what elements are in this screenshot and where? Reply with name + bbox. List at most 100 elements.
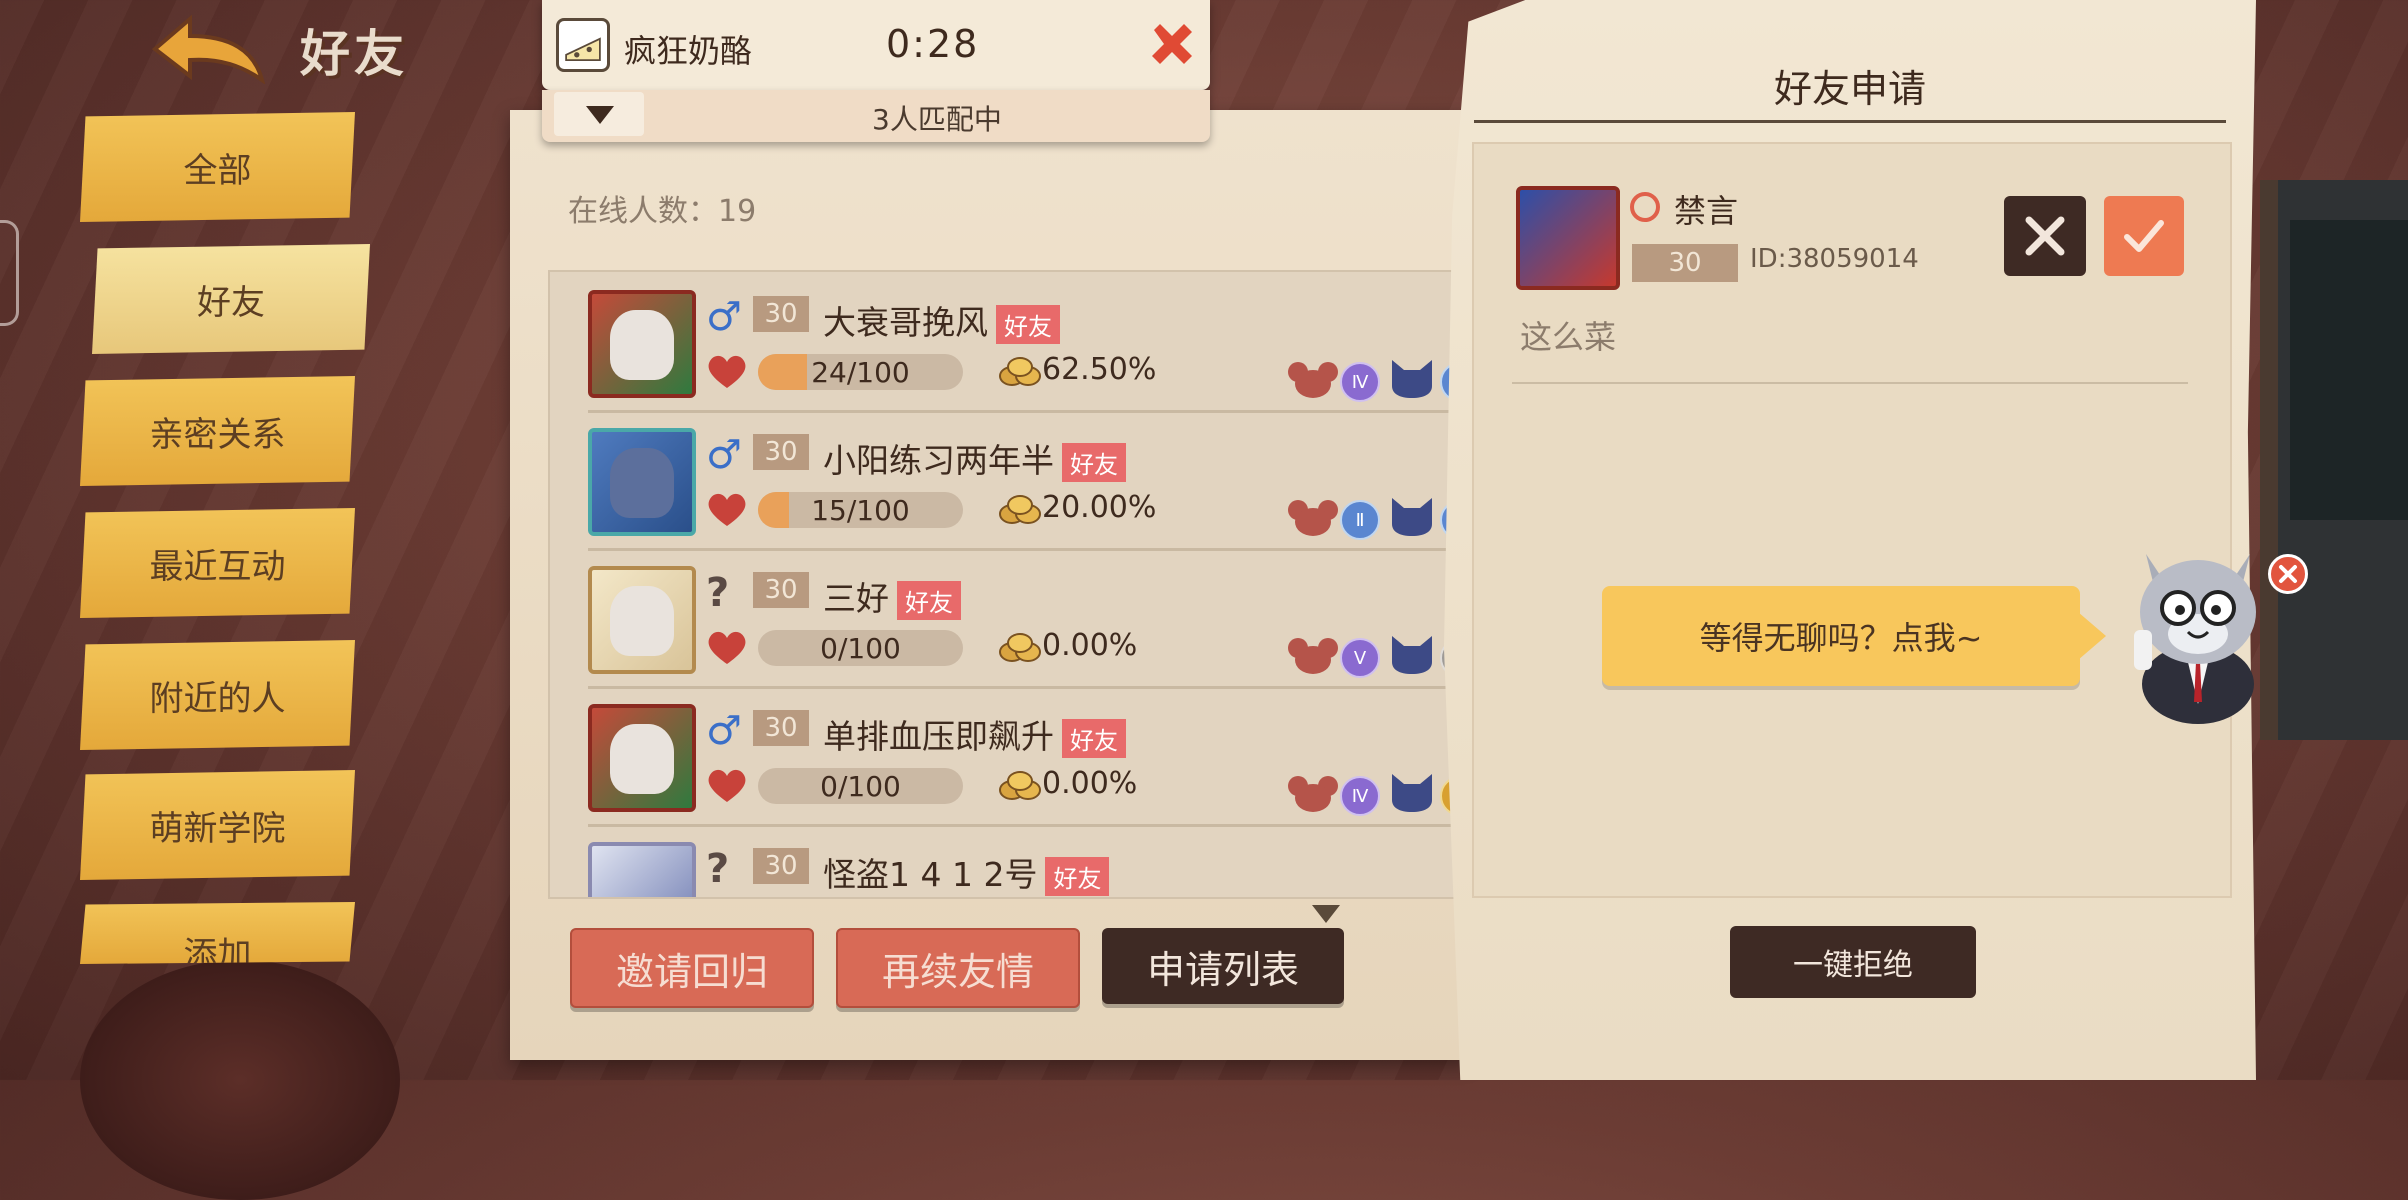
nav-label: 添加: [183, 935, 252, 964]
requester-name: 禁言: [1674, 192, 1739, 230]
friend-tag: 好友: [1045, 857, 1110, 896]
cat-rank-icon: [1392, 636, 1432, 674]
request-message: 这么菜: [1520, 318, 1617, 356]
friend-name: 大衰哥挽风: [823, 303, 988, 342]
cat-rank-icon: [1392, 774, 1432, 812]
reject-request-button[interactable]: [2004, 196, 2086, 276]
nav-academy[interactable]: 萌新学院: [80, 770, 355, 880]
panel-title: 好友申请: [1774, 67, 1927, 111]
match-status-bar: 3人匹配中: [542, 90, 1210, 142]
side-drawer-handle[interactable]: [0, 220, 19, 326]
back-button[interactable]: [150, 14, 270, 85]
intimacy-bar: 0/100: [758, 768, 963, 804]
friend-avatar[interactable]: [588, 704, 696, 812]
request-list-button[interactable]: 申请列表: [1102, 928, 1344, 1004]
friend-avatar[interactable]: [588, 428, 696, 536]
background-window: [2290, 220, 2408, 520]
close-icon: [2025, 216, 2065, 256]
nav-label: 亲密关系: [149, 414, 286, 455]
heart-icon: [708, 493, 746, 526]
nav-intimate[interactable]: 亲密关系: [80, 376, 355, 486]
close-assistant-button[interactable]: [2268, 554, 2308, 594]
requester-avatar[interactable]: [1516, 186, 1620, 290]
level-badge: 30: [753, 434, 809, 470]
renew-friendship-button[interactable]: 再续友情: [836, 928, 1080, 1008]
nav-label: 最近互动: [149, 546, 286, 587]
nav-add[interactable]: 添加: [80, 902, 355, 964]
friend-tag: 好友: [1062, 719, 1126, 758]
nav-label: 好友: [197, 282, 265, 323]
mouse-rank-icon: [1288, 776, 1338, 812]
friend-avatar[interactable]: [588, 842, 696, 897]
win-rate: 62.50%: [1042, 352, 1157, 387]
match-timer: 0:28: [886, 22, 980, 66]
accept-request-button[interactable]: [2104, 196, 2184, 276]
nav-nearby[interactable]: 附近的人: [80, 640, 355, 750]
title-divider: [1474, 120, 2226, 123]
heart-icon: [708, 631, 746, 664]
request-divider: [1512, 382, 2188, 384]
invite-back-button[interactable]: 邀请回归: [570, 928, 814, 1008]
win-rate: 20.00%: [1042, 490, 1157, 525]
friend-avatar[interactable]: [588, 566, 696, 674]
intimacy-text: 15/100: [811, 493, 910, 527]
friend-name-wrap: 怪盗1 4 1 2号 好友: [823, 848, 1110, 896]
level-badge: 30: [753, 710, 809, 746]
gender-icon: ♂: [706, 294, 742, 340]
coin-icon: [999, 771, 1041, 800]
user-icon: [1630, 192, 1660, 222]
mode-name: 疯狂奶酪: [624, 32, 753, 70]
intimacy-text: 0/100: [820, 769, 901, 803]
intimacy-bar: 0/100: [758, 630, 963, 666]
nav-friends[interactable]: 好友: [92, 244, 370, 354]
coin-icon: [999, 495, 1041, 524]
friend-row[interactable]: ? 30 怪盗1 4 1 2号 好友: [588, 834, 1488, 897]
friend-row[interactable]: ♂ 30 小阳练习两年半好友 15/100 20.00% Ⅱ Ⅰ: [588, 420, 1488, 551]
nav-recent[interactable]: 最近互动: [80, 508, 355, 618]
friend-tag: 好友: [996, 305, 1060, 344]
cat-rank-icon: [1392, 360, 1432, 398]
mouse-rank-icon: [1288, 500, 1338, 536]
friend-list[interactable]: ♂ 30 大衰哥挽风好友 24/100 62.50% Ⅳ Ⅴ ♂ 30 小阳练习…: [548, 270, 1492, 899]
heart-icon: [708, 769, 746, 802]
gender-icon: ♂: [706, 708, 742, 754]
bubble-tail: [2078, 612, 2106, 660]
chevron-down-icon: [586, 106, 614, 124]
friend-name: 怪盗1 4 1 2号: [823, 855, 1038, 894]
matching-card[interactable]: 疯狂奶酪 0:28: [542, 0, 1210, 90]
match-status: 3人匹配中: [872, 103, 1002, 136]
win-rate: 0.00%: [1042, 628, 1138, 663]
mouse-rank-badge: Ⅳ: [1340, 362, 1380, 402]
coin-icon: [999, 633, 1041, 662]
level-badge: 30: [753, 848, 809, 884]
close-icon: [2279, 565, 2297, 583]
mouse-rank-icon: [1288, 638, 1338, 674]
mouse-rank-badge: Ⅳ: [1340, 776, 1380, 816]
friend-avatar[interactable]: [588, 290, 696, 398]
friend-name-wrap: 小阳练习两年半 好友: [823, 434, 1126, 482]
gender-icon: ?: [706, 570, 730, 616]
assistant-cat-avatar[interactable]: [2116, 534, 2276, 724]
scroll-down-indicator: [1312, 905, 1340, 923]
friend-name: 小阳练习两年半: [823, 441, 1054, 480]
mouse-rank-badge: Ⅴ: [1340, 638, 1380, 678]
expand-match-button[interactable]: [554, 92, 644, 136]
level-badge: 30: [753, 572, 809, 608]
mouse-rank-badge: Ⅱ: [1340, 500, 1380, 540]
friend-row[interactable]: ♂ 30 大衰哥挽风好友 24/100 62.50% Ⅳ Ⅴ: [588, 282, 1488, 413]
reject-all-button[interactable]: 一键拒绝: [1730, 926, 1976, 998]
assistant-bubble[interactable]: 等得无聊吗？点我~: [1602, 586, 2080, 686]
friend-row[interactable]: ♂ 30 单排血压即飙升好友 0/100 0.00% Ⅳ Ⅳ: [588, 696, 1488, 827]
intimacy-text: 24/100: [811, 355, 910, 389]
nav-label: 全部: [183, 150, 252, 191]
cancel-match-icon[interactable]: [1146, 18, 1198, 70]
intimacy-bar: 15/100: [758, 492, 963, 528]
win-rate: 0.00%: [1042, 766, 1138, 801]
background-table: [80, 960, 400, 1200]
nav-all[interactable]: 全部: [80, 112, 355, 222]
friend-name-wrap: 三好 好友: [823, 572, 961, 620]
cat-rank-icon: [1392, 498, 1432, 536]
friend-row[interactable]: ? 30 三好好友 0/100 0.00% Ⅴ Ⅰ: [588, 558, 1488, 689]
requester-level: 30: [1632, 244, 1738, 282]
heart-icon: [708, 355, 746, 388]
